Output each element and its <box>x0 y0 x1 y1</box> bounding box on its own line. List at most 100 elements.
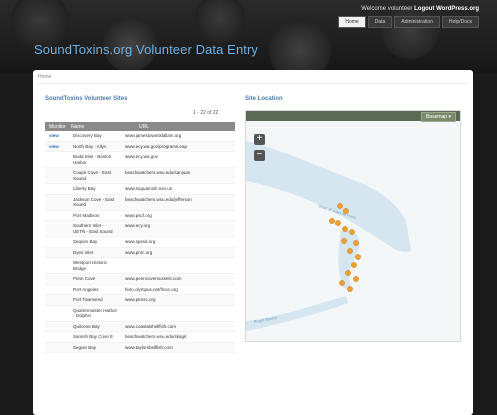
row-site-name: Port Angeles <box>73 286 99 292</box>
site-marker[interactable] <box>337 203 343 209</box>
row-view-link[interactable] <box>45 287 63 293</box>
row-view-link[interactable]: view <box>45 133 63 139</box>
nav-administration[interactable]: Administration <box>394 16 440 28</box>
row-site-name: Sequim Bay <box>73 239 98 244</box>
nav-help-docs[interactable]: Help/Docs <box>441 16 479 28</box>
zoom-in-button[interactable]: + <box>254 134 265 145</box>
row-site-url[interactable]: beachwatchers.wsu.edu/skagit <box>117 334 235 340</box>
site-map[interactable]: Strait of Juan de Fuca Puget Sound Basem… <box>245 110 461 342</box>
table-row: Samish Bay Cove Ebeachwatchers.wsu.edu/s… <box>45 332 235 343</box>
site-marker[interactable] <box>342 226 348 232</box>
row-view-link[interactable] <box>45 250 63 256</box>
site-marker[interactable] <box>339 280 345 286</box>
row-site-url[interactable]: www.coastalshellfish.com <box>117 324 235 330</box>
table-row: Coupe Cove - East Sound beachwatchers.wsu… <box>45 168 235 184</box>
row-site-name: Quartermaster Harbor - Dolphin <box>73 307 118 319</box>
row-site-url[interactable]: www.suquamish.nsn.us <box>117 186 235 192</box>
row-site-url[interactable]: www.ecy.wa.gov <box>117 154 235 165</box>
site-marker[interactable] <box>329 218 335 224</box>
row-view-link[interactable] <box>45 239 63 245</box>
row-view-link[interactable] <box>45 154 63 165</box>
map-canvas: Strait of Juan de Fuca Puget Sound <box>246 141 411 331</box>
row-site-name: Discovery Bay <box>73 133 102 138</box>
row-view-link[interactable] <box>45 197 63 208</box>
row-site-name: Coupe Cove - East Sound <box>73 170 112 181</box>
site-marker[interactable] <box>349 229 355 235</box>
breadcrumb[interactable]: Home <box>38 74 51 80</box>
row-site-url[interactable]: www.taylorshellfish.com <box>117 345 235 351</box>
main-nav: Home Data Administration Help/Docs <box>338 16 479 28</box>
row-view-link[interactable] <box>45 170 63 181</box>
water-sound-south <box>246 296 348 331</box>
column-url[interactable]: URL <box>115 124 235 130</box>
table-row: Port Townsend www.ptmsc.org <box>45 295 235 306</box>
row-site-name: Westport Historic Bridge <box>73 260 108 271</box>
welcome-text: Welcome volunteer Logout WordPress.org <box>338 6 479 12</box>
map-toolbar: Basemap ▾ <box>246 111 460 122</box>
row-site-name: Port Townsend <box>73 297 103 302</box>
table-row: Southern Inlet - UETN - East Sound www.ec… <box>45 221 235 237</box>
welcome-links[interactable]: Logout WordPress.org <box>414 6 479 12</box>
row-site-url[interactable] <box>117 308 235 319</box>
sites-section-title: SoundToxins Volunteer Sites <box>45 96 128 102</box>
row-site-url[interactable]: www.pnrc.org <box>117 250 235 256</box>
table-row: Port Madison www.pscf.org <box>45 211 235 221</box>
table-row: view North Bay - Allyn www.ecy.wa.gov/prog… <box>45 141 235 152</box>
table-row: Jackson Cove - East Sound beachwatchers.w… <box>45 194 235 211</box>
row-view-link[interactable] <box>45 324 63 330</box>
row-site-url[interactable]: www.spssd.org <box>117 239 235 245</box>
row-site-name: Quilcene Bay <box>73 323 100 329</box>
site-header: Welcome volunteer Logout WordPress.org H… <box>0 0 497 74</box>
column-monitor[interactable]: Monitor <box>45 124 66 130</box>
site-marker[interactable] <box>351 262 357 268</box>
row-view-link[interactable] <box>45 334 63 340</box>
table-row: Quartermaster Harbor - Dolphin <box>45 306 235 322</box>
table-row: Budd Inlet - Boston Harbor www.ecy.wa.gov <box>45 152 235 168</box>
row-site-url[interactable]: www.pscf.org <box>117 213 235 219</box>
site-marker[interactable] <box>341 238 347 244</box>
row-site-url[interactable]: www.penncovemussels.com <box>117 276 235 282</box>
row-site-url[interactable]: beachwatchers.wsu.edu/sanjuan <box>117 170 235 181</box>
table-row: Liberty Bay www.suquamish.nsn.us <box>45 184 235 195</box>
column-name[interactable]: Name <box>63 124 115 130</box>
row-view-link[interactable] <box>45 308 63 319</box>
nav-home[interactable]: Home <box>338 16 366 28</box>
site-marker[interactable] <box>355 254 361 260</box>
site-marker[interactable] <box>345 270 351 276</box>
row-view-link[interactable]: view <box>45 144 63 150</box>
row-site-url[interactable]: beachwatchers.wsu.edu/jefferson <box>117 197 235 208</box>
site-marker[interactable] <box>347 248 353 254</box>
row-site-name: Samish Bay Cove E <box>73 334 114 339</box>
row-view-link[interactable] <box>45 186 63 192</box>
basemap-button[interactable]: Basemap ▾ <box>420 112 456 122</box>
table-row: Westport Historic Bridge <box>45 258 235 274</box>
row-site-name: Seguin Bay <box>73 344 97 350</box>
table-row: Sequim Bay www.spssd.org <box>45 237 235 248</box>
row-view-link[interactable] <box>45 276 63 282</box>
site-marker[interactable] <box>335 220 341 226</box>
row-site-url[interactable] <box>117 260 235 271</box>
site-marker[interactable] <box>353 240 359 246</box>
row-site-url[interactable]: www.ptmsc.org <box>117 297 235 303</box>
row-site-url[interactable]: www.jamestownsklallam.org <box>117 133 235 139</box>
zoom-out-button[interactable]: − <box>254 150 265 161</box>
water-strait <box>246 141 411 252</box>
row-site-name: Liberty Bay <box>73 186 96 191</box>
row-site-name: Port Madison <box>73 212 100 218</box>
site-title[interactable]: SoundToxins.org Volunteer Data Entry <box>34 42 258 57</box>
row-site-url[interactable]: www.ecy.wa.gov/programs.eap <box>117 144 235 150</box>
row-view-link[interactable] <box>45 345 63 351</box>
row-view-link[interactable] <box>45 223 63 234</box>
nav-data[interactable]: Data <box>367 16 393 28</box>
row-view-link[interactable] <box>45 297 63 303</box>
site-marker[interactable] <box>347 286 353 292</box>
row-view-link[interactable] <box>45 260 63 271</box>
row-site-name: Dyes Inlet <box>73 249 94 255</box>
site-marker[interactable] <box>353 276 359 282</box>
site-marker[interactable] <box>343 208 349 214</box>
row-site-url[interactable]: feiro.olympus.net/fmsc.org <box>117 287 235 293</box>
row-site-url[interactable]: www.ecy.org <box>117 223 235 234</box>
row-view-link[interactable] <box>45 213 63 219</box>
map-section-title: Site Location <box>245 96 283 102</box>
table-row: view Discovery Bay www.jamestownsklallam.o… <box>45 131 235 142</box>
